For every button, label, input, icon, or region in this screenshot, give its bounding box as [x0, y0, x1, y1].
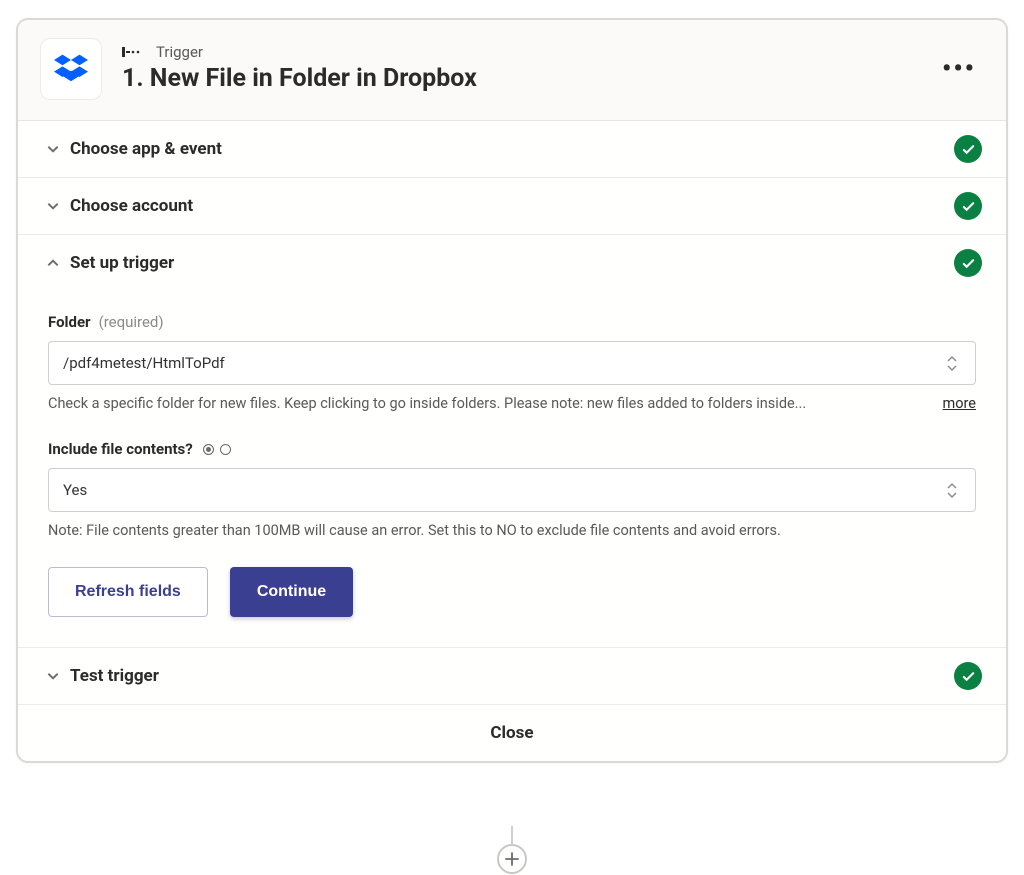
section-title: Choose app & event [70, 139, 954, 159]
include-label: Include file contents? [48, 440, 193, 458]
stepper-icon [943, 355, 961, 372]
action-buttons: Refresh fields Continue [48, 567, 976, 617]
radio-selected-icon [203, 444, 214, 455]
header-text: Trigger 1. New File in Folder in Dropbox [122, 43, 936, 94]
section-title: Set up trigger [70, 253, 954, 273]
more-menu-button[interactable]: ••• [936, 52, 982, 86]
field-folder: Folder (required) /pdf4metest/HtmlToPdf … [48, 313, 976, 412]
section-choose-account[interactable]: Choose account [18, 178, 1006, 235]
trigger-type-label: Trigger [156, 43, 203, 61]
chevron-up-icon [42, 256, 64, 270]
include-value: Yes [63, 481, 943, 499]
section-test-trigger[interactable]: Test trigger [18, 648, 1006, 705]
close-button[interactable]: Close [18, 705, 1006, 761]
dropbox-icon [54, 54, 88, 84]
required-label: (required) [99, 313, 164, 331]
check-complete-icon [954, 249, 982, 277]
folder-label: Folder [48, 313, 91, 331]
include-select[interactable]: Yes [48, 468, 976, 512]
folder-value: /pdf4metest/HtmlToPdf [63, 354, 943, 372]
section-title: Choose account [70, 196, 954, 216]
refresh-fields-button[interactable]: Refresh fields [48, 567, 208, 617]
stepper-icon [943, 482, 961, 499]
panel-header: Trigger 1. New File in Folder in Dropbox… [18, 20, 1006, 121]
chevron-down-icon [42, 199, 64, 213]
plus-icon [505, 852, 519, 866]
check-complete-icon [954, 662, 982, 690]
section-setup-trigger[interactable]: Set up trigger [18, 235, 1006, 291]
folder-select[interactable]: /pdf4metest/HtmlToPdf [48, 341, 976, 385]
connector-line [511, 826, 513, 846]
step-panel: Trigger 1. New File in Folder in Dropbox… [16, 18, 1008, 763]
trigger-glyph-icon [122, 45, 146, 59]
include-note: Note: File contents greater than 100MB w… [48, 522, 976, 539]
radio-unselected-icon [220, 444, 231, 455]
check-complete-icon [954, 192, 982, 220]
section-choose-app-event[interactable]: Choose app & event [18, 121, 1006, 178]
folder-help-text: Check a specific folder for new files. K… [48, 395, 929, 412]
continue-button[interactable]: Continue [230, 567, 353, 617]
setup-trigger-body: Folder (required) /pdf4metest/HtmlToPdf … [18, 291, 1006, 648]
folder-help-more-link[interactable]: more [943, 395, 976, 412]
check-complete-icon [954, 135, 982, 163]
field-type-radio-pair[interactable] [203, 444, 231, 455]
chevron-down-icon [42, 142, 64, 156]
panel-title: 1. New File in Folder in Dropbox [122, 63, 936, 94]
app-icon-box [40, 38, 102, 100]
chevron-down-icon [42, 669, 64, 683]
section-title: Test trigger [70, 666, 954, 686]
field-include-contents: Include file contents? Yes Note: File co… [48, 440, 976, 539]
add-step-button[interactable] [497, 844, 527, 874]
